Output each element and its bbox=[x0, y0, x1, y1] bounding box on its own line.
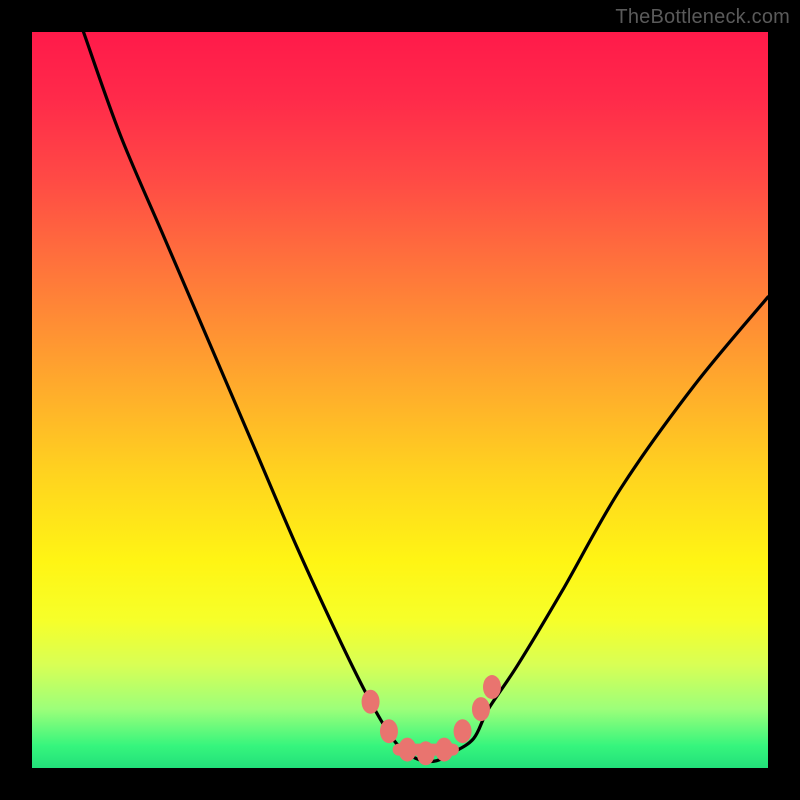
bottleneck-curve-svg bbox=[32, 32, 768, 768]
chart-area bbox=[32, 32, 768, 768]
highlight-marker bbox=[398, 738, 416, 762]
highlight-marker bbox=[417, 741, 435, 765]
attribution-text: TheBottleneck.com bbox=[615, 6, 790, 29]
highlight-marker bbox=[472, 697, 490, 721]
bottleneck-curve-path bbox=[84, 32, 768, 762]
highlight-marker bbox=[435, 738, 453, 762]
highlight-marker bbox=[483, 675, 501, 699]
highlight-marker bbox=[454, 719, 472, 743]
highlight-marker bbox=[362, 690, 380, 714]
highlight-marker bbox=[380, 719, 398, 743]
